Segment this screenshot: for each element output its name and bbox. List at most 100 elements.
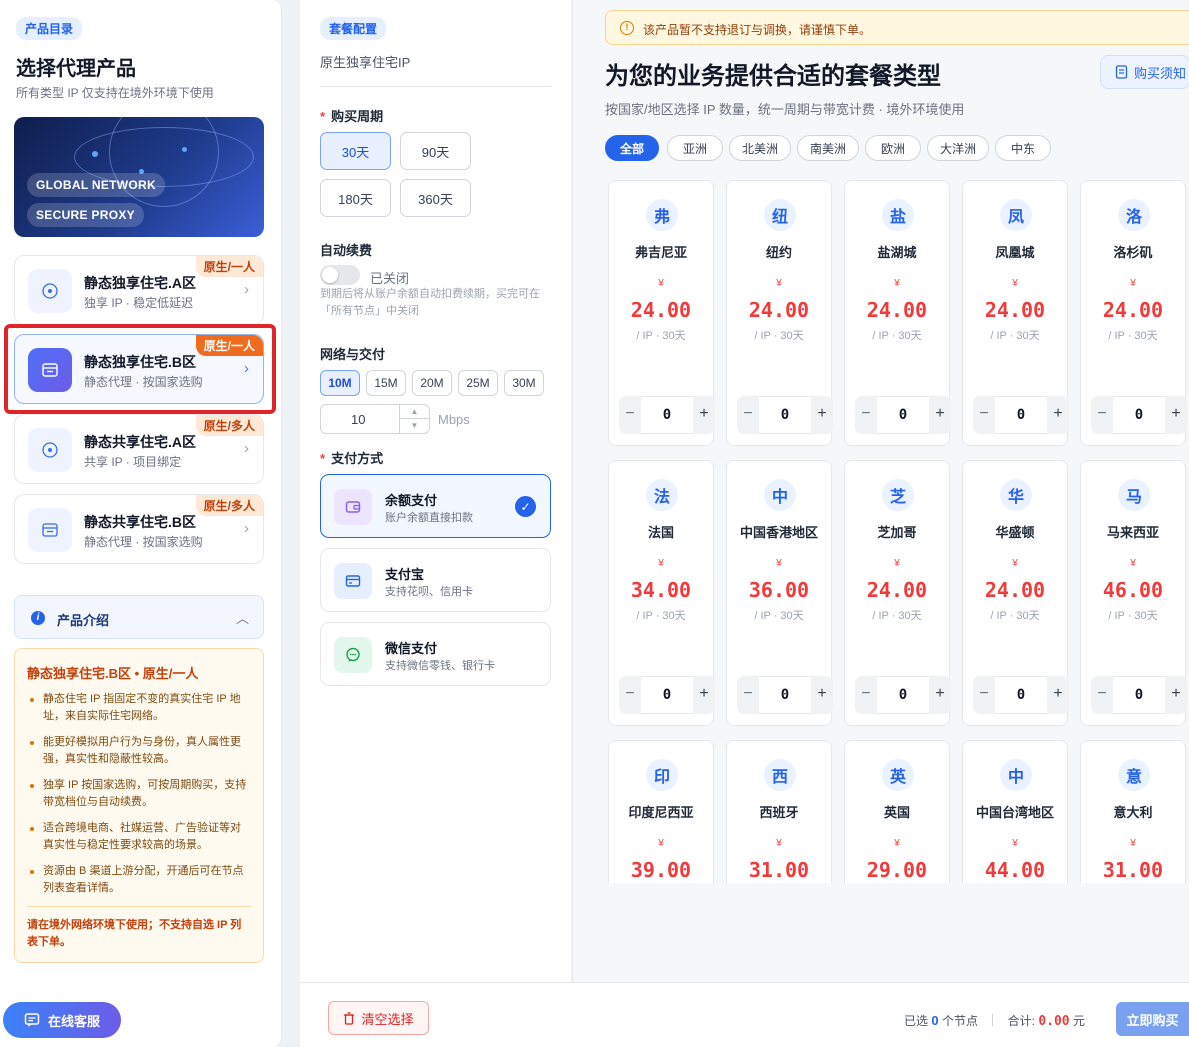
country-card[interactable]: 凤凤凰城 ¥24.00 / IP · 30天 −0 + bbox=[962, 180, 1069, 446]
payment-option-balance[interactable]: 余额支付 账户余额直接扣款 ✓ bbox=[320, 474, 551, 538]
total-amount: 0.00 bbox=[1038, 1014, 1070, 1029]
country-name: 盐湖城 bbox=[877, 245, 917, 260]
region-tab-south-america[interactable]: 南美洲 bbox=[797, 135, 859, 161]
payment-desc: 支持微信零钱、银行卡 bbox=[385, 660, 495, 672]
product-item-static-shared-b[interactable]: 静态共享住宅.B区 静态代理 · 按国家选购 原生/多人 › bbox=[14, 494, 264, 564]
country-name: 中国台湾地区 bbox=[975, 805, 1054, 820]
checkout-bar: 清空选择 已选 0 个节点 合计: 0.00 元 立即购买 bbox=[300, 982, 1189, 1047]
stepper-up-icon[interactable]: ▲ bbox=[400, 405, 429, 419]
country-price: 24.00 bbox=[748, 298, 810, 322]
minus-icon[interactable]: − bbox=[737, 396, 759, 434]
quantity-input[interactable]: 0 bbox=[759, 396, 811, 434]
bandwidth-input[interactable]: 10 ▲ ▼ bbox=[320, 404, 430, 434]
product-item-static-exclusive-a[interactable]: 静态独享住宅.A区 独享 IP · 稳定低延迟 原生/一人 › bbox=[14, 255, 264, 325]
selection-highlight-frame bbox=[4, 324, 276, 414]
plus-icon[interactable]: + bbox=[693, 676, 715, 714]
clear-selection-button[interactable]: 清空选择 bbox=[328, 1001, 429, 1035]
product-item-static-shared-a[interactable]: 静态共享住宅.A区 共享 IP · 项目绑定 原生/多人 › bbox=[14, 414, 264, 484]
minus-icon[interactable]: − bbox=[973, 396, 995, 434]
payment-option-wechat[interactable]: 微信支付 支持微信零钱、银行卡 bbox=[320, 622, 551, 686]
product-name: 静态共享住宅.B区 bbox=[84, 514, 196, 530]
product-intro-toggle[interactable]: i 产品介绍 ︿ bbox=[14, 595, 264, 639]
country-card[interactable]: 意意大利¥31.00/ IP · 30天−0+ bbox=[1080, 740, 1186, 883]
auto-renew-toggle[interactable] bbox=[320, 265, 360, 285]
bandwidth-option-25m[interactable]: 25M bbox=[458, 370, 498, 396]
plus-icon[interactable]: + bbox=[811, 396, 833, 434]
region-tab-north-america[interactable]: 北美洲 bbox=[729, 135, 791, 161]
target-icon bbox=[28, 269, 72, 313]
intro-bullet: 资源由 B 渠道上游分配，开通后可在节点列表查看详情。 bbox=[27, 863, 251, 897]
country-card[interactable]: 弗弗吉尼亚 ¥24.00 / IP · 30天 −0 + bbox=[608, 180, 715, 446]
minus-icon[interactable]: − bbox=[619, 396, 641, 434]
minus-icon[interactable]: − bbox=[619, 676, 641, 714]
minus-icon[interactable]: − bbox=[1091, 676, 1113, 714]
quantity-input[interactable]: 0 bbox=[1113, 676, 1165, 714]
period-option-180[interactable]: 180天 bbox=[320, 179, 391, 217]
minus-icon[interactable]: − bbox=[973, 676, 995, 714]
payment-option-alipay[interactable]: 支付宝 支持花呗、信用卡 bbox=[320, 548, 551, 612]
quantity-input[interactable]: 0 bbox=[877, 676, 929, 714]
notice-bar: ! 该产品暂不支持退订与调换，请谨慎下单。 bbox=[605, 10, 1189, 45]
plus-icon[interactable]: + bbox=[811, 676, 833, 714]
country-card[interactable]: 中中国香港地区 ¥36.00 / IP · 30天 −0 + bbox=[726, 460, 833, 726]
country-initial-avatar: 洛 bbox=[1118, 199, 1150, 231]
plus-icon[interactable]: + bbox=[1047, 676, 1069, 714]
plus-icon[interactable]: + bbox=[1165, 676, 1187, 714]
minus-icon[interactable]: − bbox=[855, 676, 877, 714]
country-card[interactable]: 印印度尼西亚¥39.00/ IP · 30天−0+ bbox=[608, 740, 714, 883]
region-tab-all[interactable]: 全部 bbox=[605, 135, 659, 161]
region-tab-europe[interactable]: 欧洲 bbox=[865, 135, 921, 161]
country-initial-avatar: 印 bbox=[646, 759, 678, 791]
quantity-input[interactable]: 0 bbox=[641, 396, 693, 434]
minus-icon[interactable]: − bbox=[737, 676, 759, 714]
buy-now-button[interactable]: 立即购买 bbox=[1116, 1002, 1189, 1036]
stepper-down-icon[interactable]: ▼ bbox=[400, 419, 429, 433]
country-card[interactable]: 芝芝加哥 ¥24.00 / IP · 30天 −0 + bbox=[844, 460, 951, 726]
period-option-90[interactable]: 90天 bbox=[400, 132, 471, 170]
plus-icon[interactable]: + bbox=[693, 396, 715, 434]
country-price: 24.00 bbox=[1102, 298, 1164, 322]
quantity-input[interactable]: 0 bbox=[877, 396, 929, 434]
period-option-30[interactable]: 30天 bbox=[320, 132, 391, 170]
minus-icon[interactable]: − bbox=[1091, 396, 1113, 434]
plus-icon[interactable]: + bbox=[1165, 396, 1187, 434]
plus-icon[interactable]: + bbox=[929, 676, 951, 714]
quantity-input[interactable]: 0 bbox=[759, 676, 811, 714]
quantity-input[interactable]: 0 bbox=[995, 676, 1047, 714]
quantity-input[interactable]: 0 bbox=[995, 396, 1047, 434]
payment-desc: 账户余额直接扣款 bbox=[385, 512, 473, 524]
country-price: 46.00 bbox=[1102, 578, 1164, 602]
payment-desc: 支持花呗、信用卡 bbox=[385, 586, 473, 598]
quantity-input[interactable]: 0 bbox=[641, 676, 693, 714]
country-card[interactable]: 英英国¥29.00/ IP · 30天−0+ bbox=[844, 740, 950, 883]
country-card[interactable]: 纽纽约 ¥24.00 / IP · 30天 −0 + bbox=[726, 180, 833, 446]
plus-icon[interactable]: + bbox=[929, 396, 951, 434]
country-card[interactable]: 西西班牙¥31.00/ IP · 30天−0+ bbox=[726, 740, 832, 883]
region-tab-middle-east[interactable]: 中东 bbox=[995, 135, 1051, 161]
country-card[interactable]: 中中国台湾地区¥44.00/ IP · 30天−0+ bbox=[962, 740, 1068, 883]
bandwidth-option-30m[interactable]: 30M bbox=[504, 370, 544, 396]
quantity-input[interactable]: 0 bbox=[1113, 396, 1165, 434]
buy-info-label: 购买须知 bbox=[1134, 65, 1187, 81]
plus-icon[interactable]: + bbox=[1047, 396, 1069, 434]
region-tab-asia[interactable]: 亚洲 bbox=[667, 135, 723, 161]
country-card[interactable]: 盐盐湖城 ¥24.00 / IP · 30天 −0 + bbox=[844, 180, 951, 446]
online-service-button[interactable]: 在线客服 bbox=[3, 1002, 121, 1038]
bandwidth-option-20m[interactable]: 20M bbox=[412, 370, 452, 396]
country-card[interactable]: 洛洛杉矶 ¥24.00 / IP · 30天 −0 + bbox=[1080, 180, 1187, 446]
bandwidth-option-10m[interactable]: 10M bbox=[320, 370, 360, 396]
bandwidth-stepper[interactable]: ▲ ▼ bbox=[399, 405, 429, 433]
bandwidth-option-15m[interactable]: 15M bbox=[366, 370, 406, 396]
country-card[interactable]: 华华盛顿 ¥24.00 / IP · 30天 −0 + bbox=[962, 460, 1069, 726]
minus-icon[interactable]: − bbox=[855, 396, 877, 434]
price-unit: / IP · 30天 bbox=[990, 610, 1040, 622]
document-icon bbox=[1115, 65, 1128, 79]
currency-symbol: ¥ bbox=[776, 278, 782, 289]
product-name: 静态独享住宅.A区 bbox=[84, 275, 196, 291]
period-option-360[interactable]: 360天 bbox=[400, 179, 471, 217]
buy-info-button[interactable]: 购买须知 bbox=[1100, 55, 1189, 89]
sidebar-title: 选择代理产品 bbox=[16, 58, 136, 80]
country-card[interactable]: 法法国 ¥34.00 / IP · 30天 −0 + bbox=[608, 460, 715, 726]
region-tab-oceania[interactable]: 大洋洲 bbox=[927, 135, 989, 161]
country-card[interactable]: 马马来西亚 ¥46.00 / IP · 30天 −0 + bbox=[1080, 460, 1187, 726]
